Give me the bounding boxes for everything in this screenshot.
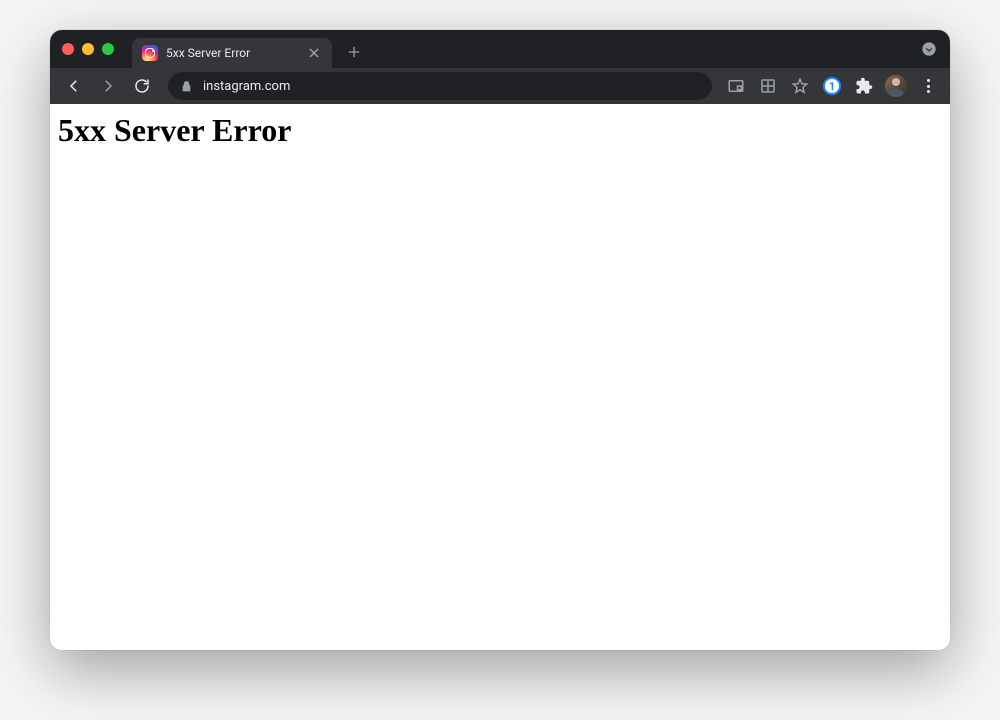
forward-button[interactable] (94, 72, 122, 100)
window-minimize-button[interactable] (82, 43, 94, 55)
cast-icon[interactable] (724, 74, 748, 98)
browser-toolbar: instagram.com 1 (50, 68, 950, 104)
chevron-down-circle-icon[interactable] (920, 40, 938, 58)
extensions-puzzle-icon[interactable] (852, 74, 876, 98)
window-close-button[interactable] (62, 43, 74, 55)
browser-tab[interactable]: 5xx Server Error (132, 38, 332, 68)
back-button[interactable] (60, 72, 88, 100)
bookmark-star-icon[interactable] (788, 74, 812, 98)
chrome-menu-button[interactable] (916, 74, 940, 98)
toolbar-right: 1 (724, 74, 940, 98)
window-maximize-button[interactable] (102, 43, 114, 55)
profile-avatar[interactable] (884, 74, 908, 98)
tab-close-button[interactable] (306, 45, 322, 61)
tab-strip: 5xx Server Error (50, 30, 950, 68)
new-tab-button[interactable] (340, 38, 368, 66)
page-content: 5xx Server Error (50, 104, 950, 650)
instagram-favicon-icon (142, 45, 158, 61)
error-heading: 5xx Server Error (58, 112, 942, 149)
url-text: instagram.com (203, 79, 700, 94)
grid-icon[interactable] (756, 74, 780, 98)
window-controls (62, 43, 114, 55)
browser-window: 5xx Server Error instagram.com (50, 30, 950, 650)
reload-button[interactable] (128, 72, 156, 100)
tab-title: 5xx Server Error (166, 46, 298, 60)
lock-icon (180, 80, 193, 93)
address-bar[interactable]: instagram.com (168, 72, 712, 100)
extension-1password-icon[interactable]: 1 (820, 74, 844, 98)
